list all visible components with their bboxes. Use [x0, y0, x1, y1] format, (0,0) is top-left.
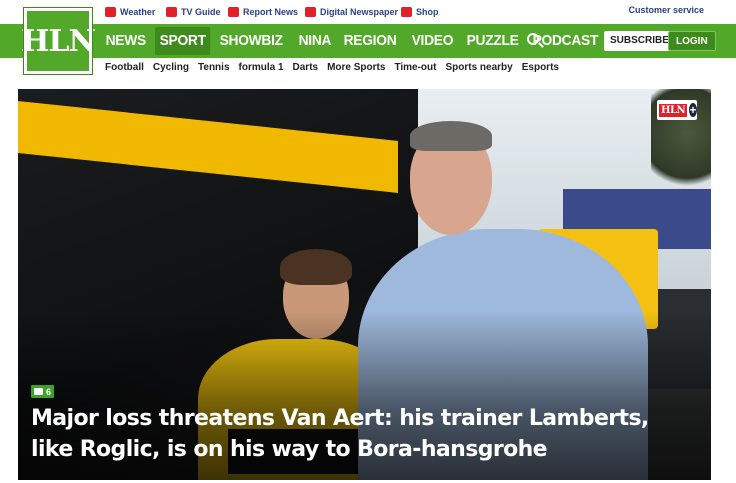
report-news-link[interactable]: Report News: [228, 5, 298, 19]
nav-video[interactable]: VIDEO: [407, 27, 458, 55]
nav-podcast[interactable]: PODCAST: [528, 27, 603, 55]
comments-count: 6: [46, 386, 52, 397]
digital-newspaper-label: Digital Newspaper: [320, 7, 399, 17]
nav-nina[interactable]: NINA: [294, 27, 336, 55]
main-nav: NEWS SPORT SHOWBIZ NINA REGION VIDEO PUZ…: [0, 24, 736, 58]
cart-icon: [401, 7, 412, 17]
subnav-time-out[interactable]: Time-out: [394, 62, 436, 78]
utility-bar: Weather TV Guide Report News Digital New…: [0, 0, 736, 24]
nav-region[interactable]: REGION: [339, 27, 401, 55]
report-news-label: Report News: [243, 7, 299, 17]
comment-icon: [34, 388, 43, 395]
tv-guide-label: TV Guide: [181, 7, 221, 17]
shop-label: Shop: [416, 7, 439, 17]
tv-icon: [166, 7, 177, 17]
subnav-more-sports[interactable]: More Sports: [327, 62, 385, 78]
newspaper-icon: [305, 7, 316, 17]
weather-label: Weather: [120, 7, 156, 17]
hln-plus-label: HLN: [659, 103, 688, 117]
customer-service-link[interactable]: Customer service: [628, 5, 704, 15]
subnav-darts[interactable]: Darts: [293, 62, 319, 78]
weather-link[interactable]: Weather: [105, 5, 155, 19]
subnav-formula1[interactable]: formula 1: [239, 62, 284, 78]
sport-subnav: Football Cycling Tennis formula 1 Darts …: [105, 62, 559, 78]
subnav-tennis[interactable]: Tennis: [198, 62, 229, 78]
weather-icon: [105, 7, 116, 17]
nav-puzzle[interactable]: PUZZLE: [462, 27, 523, 55]
digital-newspaper-link[interactable]: Digital Newspaper: [305, 5, 398, 19]
plus-icon: +: [689, 103, 697, 117]
nav-sport[interactable]: SPORT: [154, 27, 211, 55]
tv-guide-link[interactable]: TV Guide: [166, 5, 221, 19]
article-headline[interactable]: Major loss threatens Van Aert: his train…: [31, 403, 691, 465]
nav-showbiz[interactable]: SHOWBIZ: [215, 27, 287, 55]
shop-link[interactable]: Shop: [401, 5, 439, 19]
subscribe-button[interactable]: SUBSCRIBE: [604, 31, 675, 51]
subnav-cycling[interactable]: Cycling: [153, 62, 189, 78]
hero-article[interactable]: HLN + 6 Major loss threatens Van Aert: h…: [18, 89, 711, 480]
comments-badge[interactable]: 6: [31, 385, 55, 398]
subnav-esports[interactable]: Esports: [522, 62, 559, 78]
megaphone-icon: [228, 7, 239, 17]
hln-logo[interactable]: HLN: [21, 7, 96, 75]
subnav-sports-nearby[interactable]: Sports nearby: [445, 62, 512, 78]
subnav-football[interactable]: Football: [105, 62, 144, 78]
hln-plus-badge: HLN +: [657, 100, 697, 120]
login-button[interactable]: LOGIN: [668, 31, 716, 51]
search-icon[interactable]: [527, 33, 539, 45]
nav-news[interactable]: NEWS: [101, 27, 151, 55]
